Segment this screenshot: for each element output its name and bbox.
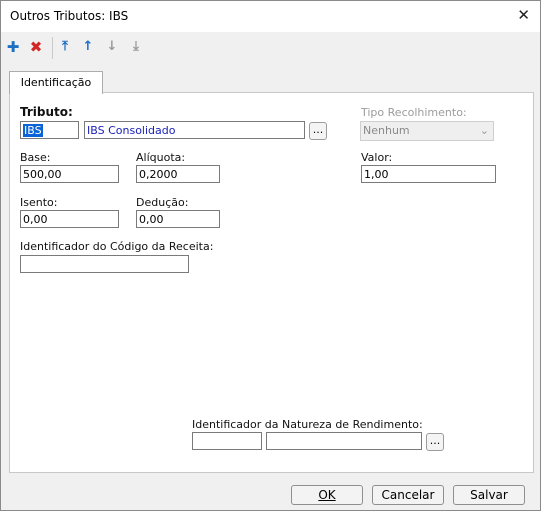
id-natureza-description-field[interactable] (266, 432, 422, 450)
tributo-code-text: IBS (23, 124, 43, 137)
valor-field[interactable]: 1,00 (361, 165, 496, 183)
dialog-window: Outros Tributos: IBS ✕ ✚ ✖ ⤒ ↑ ↓ ⤓ Ident… (0, 0, 541, 511)
close-icon[interactable]: ✕ (517, 6, 530, 24)
save-button-label: Salvar (470, 488, 508, 502)
tributo-description-field[interactable]: IBS Consolidado (84, 121, 305, 139)
id-codigo-receita-label: Identificador do Código da Receita: (20, 240, 214, 253)
base-field[interactable]: 500,00 (20, 165, 119, 183)
aliquota-field[interactable]: 0,2000 (136, 165, 220, 183)
toolbar-separator (52, 37, 53, 59)
tributo-code-field[interactable]: IBS (20, 121, 79, 139)
natureza-lookup-button[interactable]: ... (426, 433, 444, 451)
cancel-button-label: Cancelar (381, 488, 435, 502)
base-label: Base: (20, 151, 51, 164)
tab-panel: Tributo: IBS IBS Consolidado ... Tipo Re… (9, 92, 534, 473)
plus-icon[interactable]: ✚ (4, 38, 22, 56)
tab-identificacao[interactable]: Identificação (9, 71, 103, 94)
ok-button[interactable]: OK (291, 485, 363, 505)
id-natureza-code-field[interactable] (192, 432, 262, 450)
delete-x-icon[interactable]: ✖ (27, 38, 45, 56)
title-bar: Outros Tributos: IBS ✕ (1, 1, 540, 32)
move-down-icon: ↓ (106, 39, 118, 54)
deducao-label: Dedução: (136, 196, 189, 209)
window-title: Outros Tributos: IBS (10, 9, 129, 23)
tipo-recolhimento-select: Nenhum ⌄ (360, 121, 494, 141)
save-button[interactable]: Salvar (453, 485, 525, 505)
ok-button-label: OK (318, 488, 336, 502)
move-top-icon[interactable]: ⤒ (56, 38, 74, 56)
tipo-recolhimento-value: Nenhum (363, 124, 410, 137)
isento-field[interactable]: 0,00 (20, 210, 119, 228)
tributo-label: Tributo: (20, 105, 73, 119)
tributo-lookup-button[interactable]: ... (309, 122, 327, 140)
chevron-down-icon: ⌄ (479, 124, 489, 137)
toolbar: ✚ ✖ ⤒ ↑ ↓ ⤓ (1, 33, 540, 63)
move-up-icon[interactable]: ↑ (79, 38, 97, 56)
move-bottom-icon: ⤓ (133, 39, 139, 54)
isento-label: Isento: (20, 196, 58, 209)
cancel-button[interactable]: Cancelar (372, 485, 444, 505)
tipo-recolhimento-label: Tipo Recolhimento: (361, 106, 467, 119)
aliquota-label: Alíquota: (136, 151, 186, 164)
deducao-field[interactable]: 0,00 (136, 210, 220, 228)
id-natureza-rendimento-label: Identificador da Natureza de Rendimento: (192, 418, 423, 431)
id-codigo-receita-field[interactable] (20, 255, 189, 273)
valor-label: Valor: (361, 151, 393, 164)
